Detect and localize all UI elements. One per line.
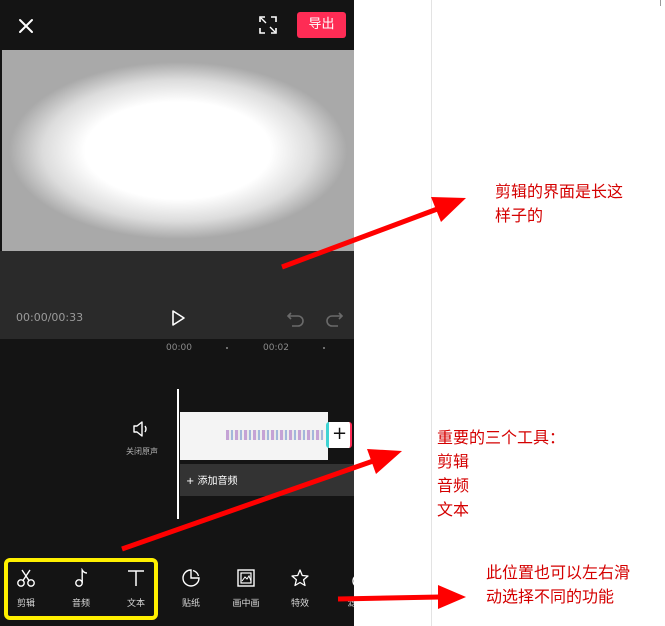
play-icon[interactable] [168, 308, 188, 328]
tool-picture-in-picture[interactable]: 画中画 [226, 568, 266, 609]
speaker-icon[interactable] [131, 420, 151, 438]
clip-thumbnail-text [226, 430, 324, 440]
ruler-tick-label: 00:02 [263, 343, 289, 353]
ruler-tick-dot [323, 347, 325, 349]
playback-time: 00:00/00:33 [16, 311, 84, 324]
page-divider [431, 0, 432, 626]
key-tools-highlight [4, 558, 158, 620]
add-clip-button[interactable]: + [326, 422, 352, 448]
note-line: 剪辑的界面是长这 [495, 182, 624, 201]
phone-screen: 导出 00:00/00:33 00:00 00:02 关闭原声 + + 添加音频 [0, 0, 354, 626]
tool-label: 滤 [347, 599, 354, 609]
note-line: 此位置也可以左右滑 [486, 563, 631, 582]
add-audio-label[interactable]: + 添加音频 [186, 472, 238, 487]
note-line: 文本 [437, 500, 470, 519]
note-line: 动选择不同的功能 [486, 587, 615, 606]
video-preview[interactable] [2, 50, 354, 251]
playhead[interactable] [177, 389, 179, 519]
note-line: 样子的 [495, 206, 544, 225]
fullscreen-icon[interactable] [255, 12, 281, 38]
redo-icon[interactable] [324, 309, 344, 327]
export-button[interactable]: 导出 [297, 12, 346, 38]
mute-original-audio-label[interactable]: 关闭原声 [118, 446, 166, 457]
tool-sticker[interactable]: 贴纸 [171, 568, 211, 609]
arrowhead-icon [431, 197, 466, 222]
ruler-tick-dot [226, 347, 228, 349]
note-line: 音频 [437, 476, 470, 495]
undo-icon[interactable] [286, 309, 306, 327]
editor-ui-note: 剪辑的界面是长这 样子的 [495, 180, 623, 228]
tool-filter[interactable]: 滤 [332, 568, 354, 609]
tool-label: 特效 [290, 599, 309, 609]
screenshot-canvas: 导出 00:00/00:33 00:00 00:02 关闭原声 + + 添加音频 [0, 0, 665, 626]
filter-icon [352, 576, 354, 586]
tool-label: 贴纸 [181, 599, 200, 609]
picture-in-picture-icon [237, 569, 255, 587]
arrowhead-icon [367, 449, 402, 474]
note-line: 剪辑 [437, 452, 470, 471]
close-icon[interactable] [12, 12, 40, 40]
scroll-note: 此位置也可以左右滑 动选择不同的功能 [486, 561, 630, 609]
arrowhead-icon [438, 585, 466, 609]
sticker-icon [182, 569, 200, 587]
key-tools-note: 重要的三个工具： 剪辑 音频 文本 [437, 426, 565, 522]
corner-mark [660, 0, 661, 6]
tool-effects[interactable]: 特效 [280, 568, 320, 609]
tool-label: 画中画 [232, 599, 260, 609]
ruler-tick-label: 00:00 [166, 343, 192, 353]
note-line: 重要的三个工具： [437, 428, 566, 447]
star-effect-icon [291, 569, 309, 587]
